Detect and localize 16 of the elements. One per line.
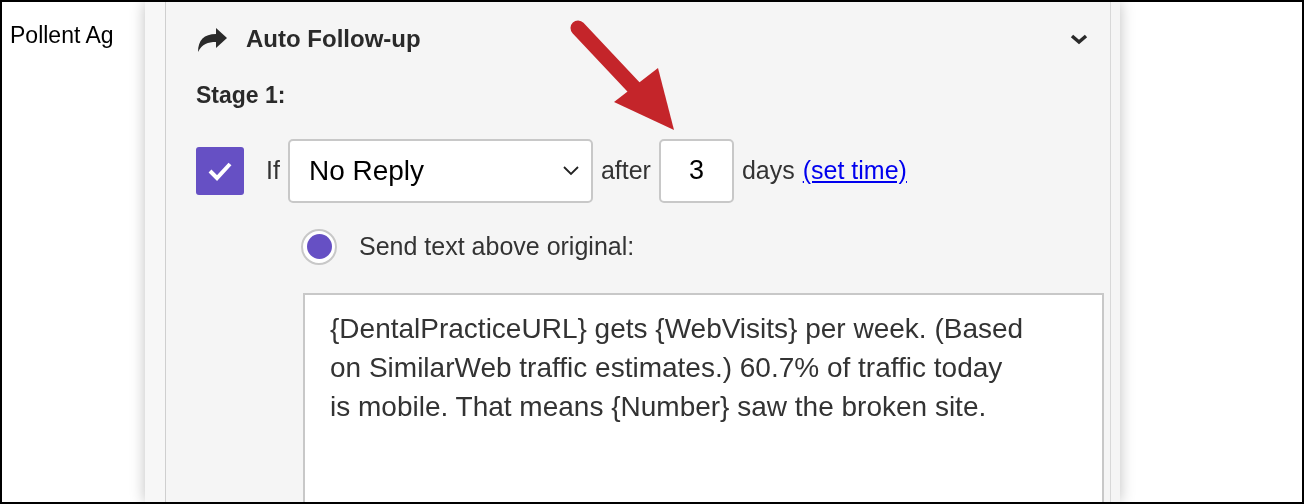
after-label: after [600,154,651,186]
condition-select[interactable]: No Reply [287,138,593,203]
stage-label: Stage 1: [196,81,287,110]
if-label: If [266,154,280,186]
days-label: days [741,154,795,186]
days-field[interactable]: 3 [658,138,734,203]
checkmark-icon [207,160,233,181]
option-label: Send text above original: [359,230,635,262]
stage-checkbox[interactable] [196,146,244,195]
background-text: Pollent Ag [10,22,114,48]
message-field[interactable]: {DentalPracticeURL} gets {WebVisits} per week. (Based on SimilarWeb traffic estimates.) 60.7% of traffic today is mobile. That means {Number} saw the broken site. [303,292,1104,502]
section-title: Auto Follow-up [246,24,421,54]
radio-button[interactable] [301,228,337,265]
set-time-link[interactable]: (set time) [802,151,907,190]
share-arrow-icon [196,26,228,52]
dropdown-caret-icon [562,165,579,176]
